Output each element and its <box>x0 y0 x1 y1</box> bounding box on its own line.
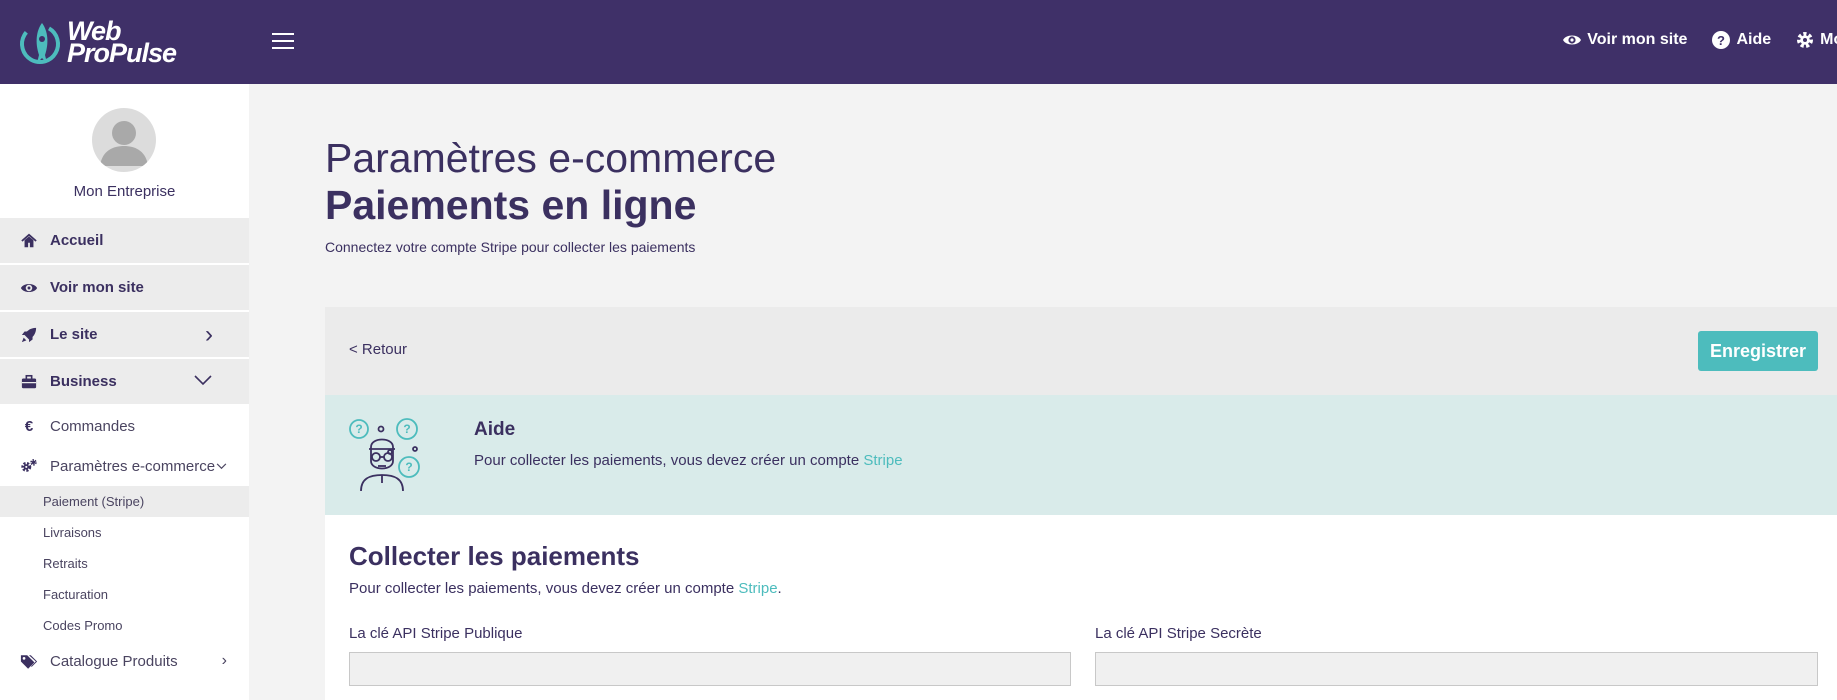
euro-icon: € <box>24 417 34 435</box>
logo-text: Web ProPulse <box>67 18 177 68</box>
view-site-label: Voir mon site <box>1587 31 1688 48</box>
secret-key-input[interactable] <box>1095 652 1818 686</box>
secret-key-label: La clé API Stripe Secrète <box>1095 625 1262 642</box>
profile: Mon Entreprise <box>0 84 249 218</box>
public-key-input[interactable] <box>349 652 1071 686</box>
sidebar-item-label: Accueil <box>50 232 104 249</box>
sidebar-item-label: Le site <box>50 326 98 343</box>
page-description: Connectez votre compte Stripe pour colle… <box>325 239 696 255</box>
sidebar-item-label: Commandes <box>50 417 136 435</box>
sidebar-item-livraisons[interactable]: Livraisons <box>0 517 249 548</box>
top-links: Voir mon site ? Aide Mon <box>1538 30 1837 50</box>
sidebar-item-label: Business <box>50 373 117 390</box>
eye-icon <box>1563 35 1582 45</box>
account-label: Mon <box>1820 31 1837 48</box>
briefcase-icon <box>20 373 38 391</box>
view-site-link[interactable]: Voir mon site <box>1562 30 1687 50</box>
sidebar-item-le-site[interactable]: Le site › <box>0 312 249 359</box>
collect-text-end: . <box>777 580 782 597</box>
collect-title: Collecter les paiements <box>349 541 640 571</box>
payment-settings-card: < Retour Enregistrer ? ? ? Aide Pour col… <box>325 307 1837 700</box>
sidebar-item-retraits[interactable]: Retraits <box>0 548 249 579</box>
back-link[interactable]: < Retour <box>349 341 407 358</box>
sidebar-item-business[interactable]: Business <box>0 359 249 406</box>
page-title: Paiements en ligne <box>325 182 697 228</box>
sidebar-item-label: Voir mon site <box>50 279 144 296</box>
rocket-icon <box>20 326 38 344</box>
help-title: Aide <box>474 419 516 440</box>
home-icon <box>20 232 38 250</box>
svg-text:?: ? <box>355 422 362 436</box>
save-button[interactable]: Enregistrer <box>1698 331 1818 371</box>
help-text-body: Pour collecter les paiements, vous devez… <box>474 452 864 469</box>
chevron-down-icon <box>216 459 227 473</box>
public-key-label: La clé API Stripe Publique <box>349 625 523 642</box>
eye-icon <box>20 279 38 297</box>
sidebar-item-codes-promo[interactable]: Codes Promo <box>0 610 249 641</box>
sidebar-item-accueil[interactable]: Accueil <box>0 218 249 265</box>
chevron-right-icon: › <box>205 320 213 348</box>
rocket-logo-icon <box>20 23 60 64</box>
sidebar-item-paiement-stripe[interactable]: Paiement (Stripe) <box>0 486 249 517</box>
collect-stripe-link[interactable]: Stripe <box>738 580 777 597</box>
svg-text:?: ? <box>1717 33 1725 48</box>
help-stripe-link[interactable]: Stripe <box>863 452 902 469</box>
svg-text:?: ? <box>403 422 410 436</box>
avatar[interactable] <box>92 108 156 172</box>
chevron-down-icon <box>193 373 213 390</box>
sidebar-item-label: Catalogue Produits <box>50 652 178 670</box>
help-panel: ??? Aide Pour collecter les paiements, v… <box>325 395 1837 515</box>
top-bar: Web ProPulse Voir mon site ? Aide Mon <box>0 0 1837 84</box>
help-text: Pour collecter les paiements, vous devez… <box>474 452 903 469</box>
sidebar-item-parametres-ecommerce[interactable]: Paramètres e-commerce <box>0 446 249 486</box>
sidebar-item-facturation[interactable]: Facturation <box>0 579 249 610</box>
tags-icon <box>20 652 38 670</box>
account-link[interactable]: Mon <box>1795 30 1837 50</box>
help-person-icon: ??? <box>349 418 420 492</box>
sidebar-item-commandes[interactable]: € Commandes <box>0 406 249 446</box>
collect-text: Pour collecter les paiements, vous devez… <box>349 580 782 597</box>
sidebar-item-voir-mon-site[interactable]: Voir mon site <box>0 265 249 312</box>
svg-text:?: ? <box>405 460 412 474</box>
card-toolbar: < Retour Enregistrer <box>325 307 1837 395</box>
sidebar: Mon Entreprise Accueil Voir mon site Le … <box>0 84 249 700</box>
logo-line-2: ProPulse <box>67 38 177 68</box>
gears-icon <box>20 457 38 475</box>
chevron-right-icon: › <box>221 652 227 669</box>
help-link[interactable]: ? Aide <box>1711 30 1771 50</box>
help-circle-icon: ? <box>1712 31 1731 49</box>
collect-text-body: Pour collecter les paiements, vous devez… <box>349 580 739 597</box>
sidebar-item-catalogue-produits[interactable]: Catalogue Produits › <box>0 641 249 681</box>
sidebar-item-label: Paramètres e-commerce <box>50 457 216 475</box>
user-avatar-icon <box>100 121 148 166</box>
gear-icon <box>1797 32 1814 48</box>
help-label: Aide <box>1736 31 1772 48</box>
main-content: Paramètres e-commerce Paiements en ligne… <box>249 84 1837 700</box>
page-subtitle: Paramètres e-commerce <box>325 135 777 181</box>
logo[interactable]: Web ProPulse <box>18 17 177 68</box>
company-name: Mon Entreprise <box>73 183 176 200</box>
hamburger-menu-icon[interactable] <box>272 33 294 50</box>
